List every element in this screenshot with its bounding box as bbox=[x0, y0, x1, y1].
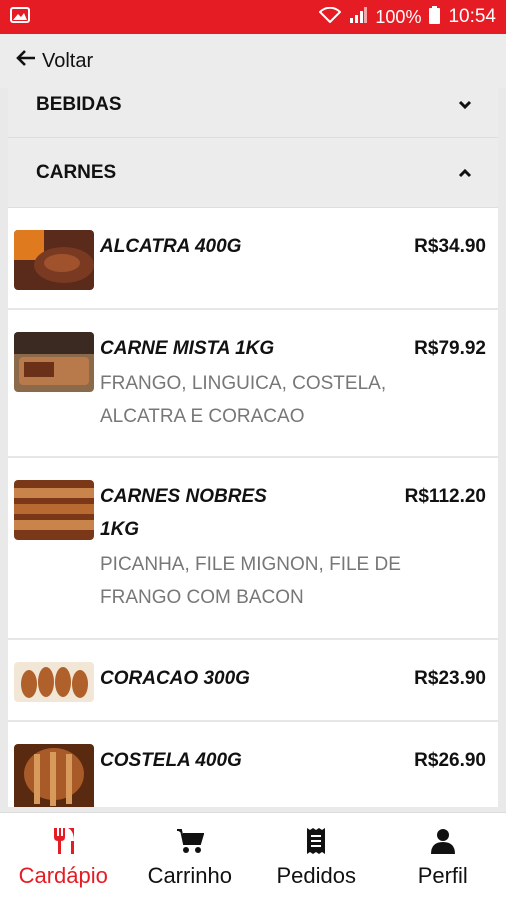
back-button[interactable]: Voltar bbox=[16, 49, 93, 73]
item-price: R$26.90 bbox=[414, 744, 486, 777]
item-price: R$79.92 bbox=[414, 332, 486, 365]
food-image bbox=[14, 230, 94, 290]
food-image bbox=[14, 662, 94, 702]
item-price: R$112.20 bbox=[405, 480, 486, 513]
nav-label: Carrinho bbox=[148, 863, 232, 889]
top-bar: Voltar bbox=[0, 34, 506, 88]
image-notification-icon bbox=[10, 7, 30, 28]
food-image bbox=[14, 332, 94, 392]
item-price: R$34.90 bbox=[414, 230, 486, 263]
user-icon bbox=[431, 825, 455, 857]
bottom-nav: Cardápio Carrinho Pedidos Perfil bbox=[0, 812, 506, 901]
nav-pedidos[interactable]: Pedidos bbox=[253, 813, 380, 901]
category-label: BEBIDAS bbox=[36, 94, 122, 116]
food-image bbox=[14, 480, 94, 540]
menu-item-carnes-nobres[interactable]: CARNES NOBRES 1KG R$112.20 PICANHA, FILE… bbox=[8, 458, 498, 640]
battery-percent: 100% bbox=[375, 7, 421, 28]
signal-icon bbox=[349, 7, 367, 28]
item-description: FRANGO, LINGUICA, COSTELA, ALCATRA E COR… bbox=[100, 367, 480, 433]
battery-icon bbox=[429, 6, 440, 29]
item-name: CORACAO 300G bbox=[100, 662, 250, 695]
nav-label: Cardápio bbox=[19, 863, 108, 889]
nav-label: Perfil bbox=[418, 863, 468, 889]
nav-perfil[interactable]: Perfil bbox=[380, 813, 506, 901]
menu-list[interactable]: BEBIDAS CARNES ALCATRA 400G R$34.90 CARN… bbox=[8, 88, 498, 807]
item-name: CARNE MISTA 1KG bbox=[100, 332, 274, 365]
utensils-icon bbox=[51, 825, 75, 857]
receipt-icon bbox=[306, 825, 326, 857]
nav-carrinho[interactable]: Carrinho bbox=[127, 813, 254, 901]
category-carnes[interactable]: CARNES bbox=[8, 138, 498, 208]
chevron-down-icon bbox=[458, 94, 472, 116]
back-label: Voltar bbox=[42, 50, 93, 73]
chevron-up-icon bbox=[458, 162, 472, 184]
nav-label: Pedidos bbox=[276, 863, 356, 889]
menu-item-coracao[interactable]: CORACAO 300G R$23.90 bbox=[8, 640, 498, 722]
menu-item-alcatra[interactable]: ALCATRA 400G R$34.90 bbox=[8, 208, 498, 310]
wifi-icon bbox=[319, 7, 341, 28]
item-name: COSTELA 400G bbox=[100, 744, 242, 777]
item-price: R$23.90 bbox=[414, 662, 486, 695]
category-label: CARNES bbox=[36, 162, 116, 184]
category-bebidas[interactable]: BEBIDAS bbox=[8, 88, 498, 138]
nav-cardapio[interactable]: Cardápio bbox=[0, 813, 127, 901]
status-bar: 100% 10:54 bbox=[0, 0, 506, 34]
clock: 10:54 bbox=[448, 6, 496, 28]
item-name: ALCATRA 400G bbox=[100, 230, 241, 263]
food-image bbox=[14, 744, 94, 807]
menu-item-costela[interactable]: COSTELA 400G R$26.90 bbox=[8, 722, 498, 807]
item-description: PICANHA, FILE MIGNON, FILE DE FRANGO COM… bbox=[100, 548, 480, 614]
item-name: CARNES NOBRES 1KG bbox=[100, 480, 267, 546]
cart-icon bbox=[176, 825, 204, 857]
arrow-left-icon bbox=[16, 49, 36, 73]
menu-item-carne-mista[interactable]: CARNE MISTA 1KG R$79.92 FRANGO, LINGUICA… bbox=[8, 310, 498, 458]
